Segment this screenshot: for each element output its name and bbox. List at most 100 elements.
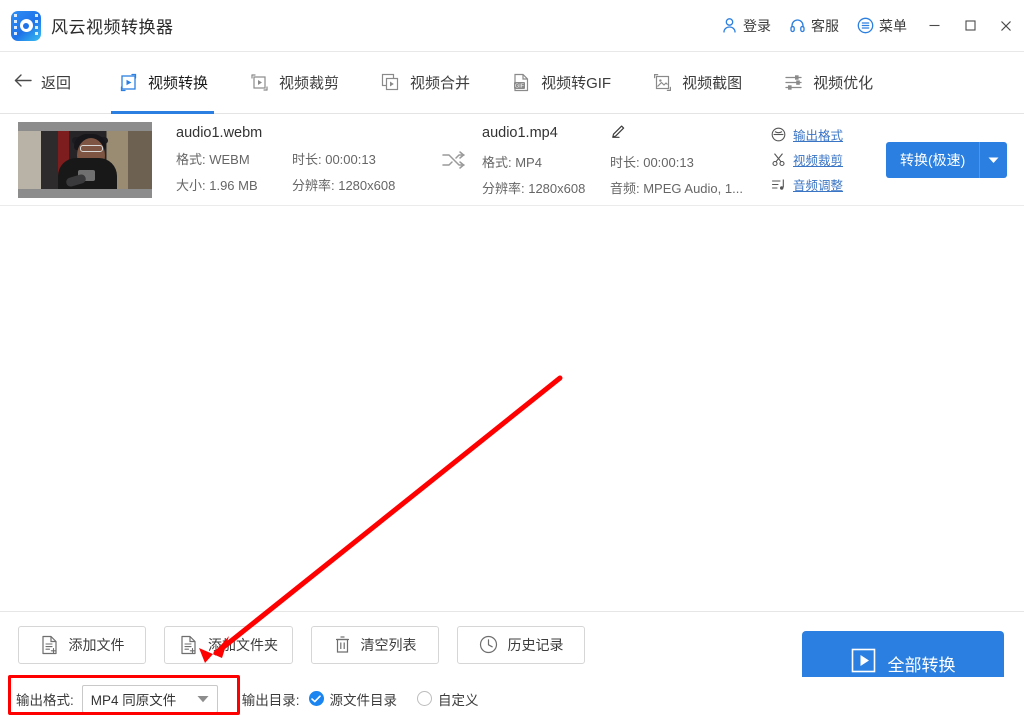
tab-video-to-gif[interactable]: GIF 视频转GIF	[490, 52, 631, 114]
trash-icon	[334, 635, 351, 654]
radio-unselected-icon	[417, 691, 433, 706]
action-label: 视频裁剪	[793, 154, 844, 168]
video-thumbnail	[18, 121, 152, 198]
svg-text:GIF: GIF	[515, 84, 525, 90]
tab-label: 视频转换	[148, 75, 209, 92]
source-file-info: audio1.webm 格式: WEBM 时长: 00:00:13 大小: 1.…	[176, 125, 426, 194]
support-label: 客服	[811, 17, 839, 34]
button-label: 添加文件夹	[208, 636, 278, 653]
back-label: 返回	[41, 75, 72, 92]
gif-icon: GIF	[510, 72, 532, 94]
add-file-icon	[40, 635, 59, 655]
output-format-icon	[770, 127, 786, 143]
headset-icon	[789, 17, 806, 34]
output-audio: 音频: MPEG Audio, 1...	[610, 181, 743, 196]
tab-label: 视频截图	[682, 75, 743, 92]
close-icon	[1001, 20, 1011, 31]
back-button[interactable]: 返回	[14, 72, 71, 93]
menu-label: 菜单	[879, 17, 907, 34]
empty-list-area	[0, 207, 1024, 611]
radio-source-directory[interactable]: 源文件目录	[308, 689, 398, 709]
clock-icon	[479, 635, 498, 654]
action-audio-adjust[interactable]: 音频调整	[770, 175, 880, 194]
add-folder-icon	[179, 635, 198, 655]
file-list: audio1.webm 格式: WEBM 时长: 00:00:13 大小: 1.…	[0, 114, 1024, 207]
source-file-name: audio1.webm	[176, 125, 263, 141]
source-resolution: 分辨率: 1280x608	[292, 178, 396, 193]
title-bar: 风云视频转换器 登录 客服 菜单	[0, 0, 1024, 52]
audio-adjust-icon	[770, 177, 786, 193]
action-label: 音频调整	[793, 179, 844, 193]
output-duration: 时长: 00:00:13	[610, 155, 694, 170]
caret-down-icon	[197, 691, 209, 706]
application-window: 风云视频转换器 登录 客服 菜单 返回 视频转换 视频裁剪 视频合并 GIF 视…	[0, 0, 1024, 720]
login-button[interactable]: 登录	[712, 0, 780, 52]
button-label: 清空列表	[360, 636, 417, 653]
action-label: 输出格式	[793, 129, 844, 143]
video-convert-icon	[117, 72, 139, 94]
play-icon	[851, 648, 876, 678]
navigation-bar: 返回 视频转换 视频裁剪 视频合并 GIF 视频转GIF 视频截图 视频优化	[0, 52, 1024, 114]
tab-label: 视频裁剪	[279, 75, 340, 92]
row-action-links: 输出格式 视频裁剪 音频调整	[770, 119, 880, 200]
minimize-button[interactable]	[916, 0, 952, 52]
app-title: 风云视频转换器	[51, 18, 174, 37]
maximize-icon	[964, 20, 976, 31]
button-label: 历史记录	[507, 636, 564, 653]
source-duration: 时长: 00:00:13	[292, 152, 376, 167]
action-video-crop[interactable]: 视频裁剪	[770, 150, 880, 169]
convert-all-label: 全部转换	[887, 655, 956, 675]
pencil-icon[interactable]	[610, 122, 627, 144]
tab-video-screenshot[interactable]: 视频截图	[631, 52, 762, 114]
minimize-icon	[929, 24, 939, 27]
output-directory-label: 输出目录:	[241, 692, 300, 708]
action-output-format[interactable]: 输出格式	[770, 125, 880, 144]
tab-label: 视频合并	[410, 75, 471, 92]
radio-selected-icon	[308, 691, 324, 706]
file-row[interactable]: audio1.webm 格式: WEBM 时长: 00:00:13 大小: 1.…	[0, 114, 1024, 206]
output-format-value: MP4 同原文件	[90, 692, 177, 708]
screenshot-icon	[651, 72, 673, 94]
support-button[interactable]: 客服	[780, 0, 848, 52]
output-file-info: audio1.mp4 格式: MP4 时长: 00:00:13 分辨率: 128…	[482, 122, 762, 197]
video-merge-icon	[379, 72, 401, 94]
add-file-button[interactable]: 添加文件	[18, 625, 146, 664]
output-format: 格式: MP4	[482, 155, 542, 170]
tab-video-crop[interactable]: 视频裁剪	[228, 52, 359, 114]
add-folder-button[interactable]: 添加文件夹	[164, 625, 293, 664]
sliders-icon	[782, 72, 804, 94]
tab-label: 视频优化	[813, 75, 874, 92]
output-format-label: 输出格式:	[16, 692, 74, 708]
chevron-down-icon	[988, 157, 999, 163]
button-label: 添加文件	[68, 636, 125, 653]
tab-video-optimize[interactable]: 视频优化	[762, 52, 893, 114]
radio-custom-directory[interactable]: 自定义	[417, 689, 479, 709]
tab-video-convert[interactable]: 视频转换	[97, 52, 228, 114]
menu-button[interactable]: 菜单	[848, 0, 916, 52]
list-menu-icon	[857, 17, 874, 34]
convert-button-group[interactable]: 转换(极速)	[886, 141, 1008, 178]
scissors-icon	[770, 152, 786, 168]
output-file-name: audio1.mp4	[482, 125, 558, 141]
login-label: 登录	[743, 17, 771, 34]
title-bar-actions: 登录 客服 菜单	[712, 0, 1024, 52]
source-format: 格式: WEBM	[176, 152, 250, 167]
arrow-left-icon	[14, 73, 33, 92]
source-size: 大小: 1.96 MB	[176, 178, 258, 193]
user-icon	[721, 17, 738, 34]
video-crop-icon	[248, 72, 270, 94]
radio-label: 源文件目录	[329, 692, 398, 708]
clear-list-button[interactable]: 清空列表	[311, 625, 439, 664]
convert-button-label[interactable]: 转换(极速)	[886, 141, 980, 178]
history-button[interactable]: 历史记录	[457, 625, 585, 664]
tab-label: 视频转GIF	[541, 75, 612, 92]
app-logo-icon	[10, 10, 42, 42]
swap-icon	[426, 150, 482, 170]
radio-label: 自定义	[438, 692, 479, 708]
tab-video-merge[interactable]: 视频合并	[359, 52, 490, 114]
maximize-button[interactable]	[952, 0, 988, 52]
output-settings-bar: 输出格式: MP4 同原文件 输出目录: 源文件目录 自定义	[0, 677, 1024, 720]
output-format-select[interactable]: MP4 同原文件	[81, 684, 218, 713]
convert-dropdown-button[interactable]	[979, 141, 1008, 178]
close-button[interactable]	[988, 0, 1024, 52]
